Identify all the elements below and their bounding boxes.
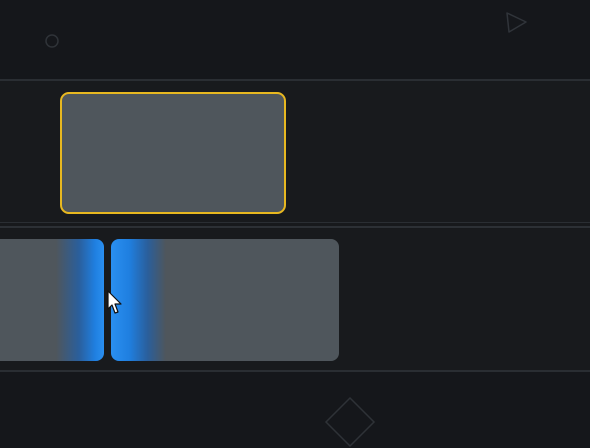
circle-icon: [45, 34, 59, 48]
top-area: [0, 0, 590, 79]
timeline-canvas: [0, 0, 590, 448]
clip-left[interactable]: [0, 239, 104, 361]
diamond-icon: [324, 396, 376, 448]
bottom-area: [0, 372, 590, 448]
track-divider: [0, 226, 590, 228]
track-divider: [0, 222, 590, 223]
arrow-cursor-icon: [107, 290, 122, 314]
selected-clip[interactable]: [60, 92, 286, 214]
clip-right[interactable]: [111, 239, 339, 361]
triangle-icon: [506, 12, 527, 33]
